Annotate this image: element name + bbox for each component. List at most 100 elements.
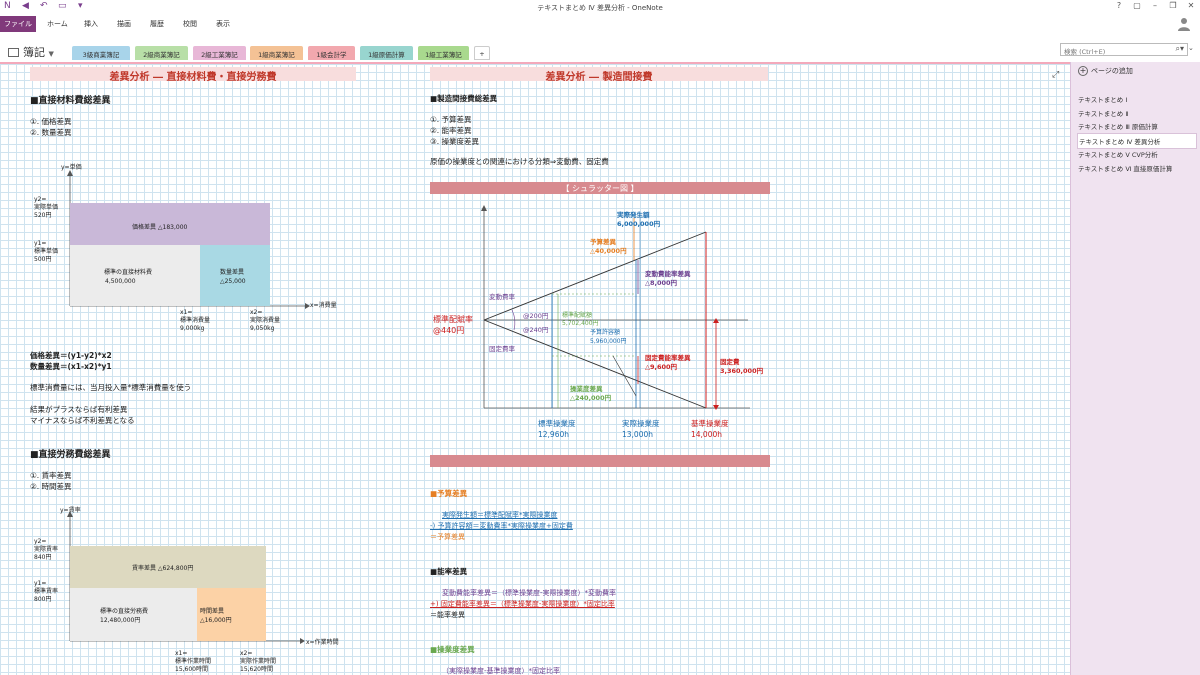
- page-item[interactable]: テキストまとめ Ⅵ 直接原価計算: [1077, 161, 1197, 175]
- budget-formula-1: 実際発生額＝標準配賦率*実際操業度: [442, 511, 558, 519]
- budget-allow-label: 予算許容額 5,960,000円: [590, 329, 627, 345]
- divider-bar: [430, 455, 770, 467]
- chevron-down-icon[interactable]: ⌄: [1188, 44, 1194, 52]
- tab-insert[interactable]: 挿入: [84, 18, 98, 30]
- shuratter-bar: 【 シュラッター図 】: [430, 182, 770, 194]
- budget-var-label: 予算差異 △40,000円: [590, 238, 627, 255]
- classification-note: 原価の操業度との関連における分類⇒変動費、固定費: [430, 157, 609, 166]
- volume-title: ■操業度差異: [430, 645, 475, 654]
- onenote-window: N ◀ ↶ ▭ ▾ テキストまとめ Ⅳ 差異分析 - OneNote ? ▢ –…: [0, 0, 1200, 675]
- fixed-rate-label: 固定費率: [489, 345, 515, 353]
- y-axis-label: y=賃率: [60, 507, 81, 514]
- overhead-item: ①. 予算差異: [430, 115, 472, 124]
- section-tab[interactable]: 1級会計学: [308, 46, 355, 60]
- page-canvas[interactable]: 差異分析 ― 直接材料費・直接労務費 ■直接材料費総差異 ①. 価格差異 ②. …: [0, 62, 1070, 675]
- vol-pointer: [612, 355, 637, 397]
- material-item: ②. 数量差異: [30, 128, 72, 137]
- help-button[interactable]: ?: [1112, 1, 1126, 10]
- x-axis-label: x=作業時間: [306, 639, 339, 646]
- ribbon-display-button[interactable]: ▢: [1130, 1, 1144, 10]
- material-title: ■直接材料費総差異: [30, 96, 111, 106]
- v200-label: @200円: [523, 312, 549, 320]
- tab-home[interactable]: ホーム: [47, 18, 68, 30]
- overhead-item: ②. 能率差異: [430, 126, 472, 135]
- restore-button[interactable]: ❐: [1166, 1, 1180, 10]
- std-op-label: 標準操業度 12,960h: [538, 419, 576, 439]
- var-eff-label: 変動費能率差異 △8,000円: [645, 270, 691, 287]
- x2-label: x2= 実際作業時間 15,620時間: [240, 650, 277, 673]
- time-variance-label: 時間差異 △16,000円: [200, 608, 232, 624]
- user-icon[interactable]: [1178, 17, 1190, 31]
- add-section-button[interactable]: +: [474, 46, 490, 60]
- x-axis-label: x=消費量: [310, 302, 337, 309]
- section-tab[interactable]: 1級工業簿記: [418, 46, 469, 60]
- y1-label: y1= 標準賃率 800円: [34, 580, 59, 603]
- rate-variance-label: 賃率差異 △624,800円: [132, 565, 194, 572]
- tab-history[interactable]: 履歴: [150, 18, 164, 30]
- budget-formula-3: ＝予算差異: [430, 533, 465, 541]
- page-item[interactable]: テキストまとめ Ⅴ CVP分析: [1077, 147, 1197, 161]
- vol-var-label: 操業度差異 △240,000円: [570, 385, 612, 402]
- v240-label: @240円: [523, 326, 549, 334]
- y2-label: y2= 実際賃率 840円: [34, 538, 59, 561]
- y1-label: y1= 標準単価 500円: [34, 240, 59, 263]
- search-placeholder: 検索 (Ctrl+E): [1064, 48, 1106, 56]
- y-axis-label: y=単価: [61, 164, 82, 171]
- base-op-label: 基準操業度 14,000h: [691, 419, 729, 439]
- std-alloc-label: 標準配賦額 5,702,400円: [562, 312, 599, 327]
- expand-icon[interactable]: ⤢: [1052, 70, 1059, 80]
- standard-labor-label: 標準の直接労務費 12,480,000円: [100, 608, 149, 624]
- title-bar: N ◀ ↶ ▭ ▾ テキストまとめ Ⅳ 差異分析 - OneNote ? ▢ –…: [0, 0, 1200, 16]
- search-input[interactable]: 検索 (Ctrl+E) ⌕▾: [1060, 43, 1188, 56]
- x-axis-arrow: [300, 638, 305, 644]
- section-tab[interactable]: 3級商業簿記: [72, 46, 130, 60]
- note-standard: 標準消費量には、当月投入量*標準消費量を使う: [30, 383, 192, 392]
- add-page-button[interactable]: + ページの追加: [1078, 66, 1133, 76]
- ribbon-tabs: ファイル ホーム 挿入 描画 履歴 校閲 表示: [0, 16, 1200, 32]
- tab-view[interactable]: 表示: [216, 18, 230, 30]
- y2-label: y2= 実際単価 520円: [34, 196, 59, 219]
- notebook-icon: [8, 48, 19, 57]
- tab-review[interactable]: 校閲: [183, 18, 197, 30]
- labor-title: ■直接労務費総差異: [30, 450, 111, 460]
- act-op-label: 実際操業度 13,000h: [622, 419, 660, 439]
- minimize-button[interactable]: –: [1148, 1, 1162, 10]
- formula-quantity: 数量差異＝(x1-x2)*y1: [30, 362, 112, 371]
- section-tab[interactable]: 2級商業簿記: [135, 46, 188, 60]
- efficiency-formula-3: ＝能率差異: [430, 611, 465, 619]
- x1-label: x1= 標準消費量 9,000kg: [180, 309, 211, 332]
- section-tab[interactable]: 2級工業簿記: [193, 46, 246, 60]
- tab-draw[interactable]: 描画: [117, 18, 131, 30]
- page-item[interactable]: テキストまとめ Ⅱ: [1077, 106, 1197, 120]
- budget-formula-2: -) 予算許容額＝変動費率*実際操業度+固定費: [430, 522, 573, 530]
- var-rate-label: 変動費率: [489, 293, 515, 301]
- formula-price: 価格差異＝(y1-y2)*x2: [30, 351, 112, 360]
- close-button[interactable]: ✕: [1184, 1, 1198, 10]
- page-item[interactable]: テキストまとめ Ⅲ 原価計算: [1077, 119, 1197, 133]
- section-tab[interactable]: 1級商業簿記: [250, 46, 303, 60]
- material-item: ①. 価格差異: [30, 117, 72, 126]
- page-item[interactable]: テキストまとめ Ⅰ: [1077, 92, 1197, 106]
- efficiency-title: ■能率差異: [430, 567, 468, 576]
- budget-title: ■予算差異: [430, 489, 468, 498]
- notebook-selector[interactable]: 簿記 ▼: [8, 44, 54, 60]
- search-icon[interactable]: ⌕▾: [1176, 44, 1185, 54]
- shuratter-diagram: [481, 205, 750, 410]
- fix-eff-label: 固定費能率差異 △9,600円: [645, 354, 691, 371]
- volume-formula: （実際操業度-基準操業度）*固定比率: [442, 667, 561, 675]
- notebook-name: 簿記: [23, 46, 45, 59]
- std-rate-label: 標準配賦率 @440円: [433, 315, 473, 335]
- note-favorable: 結果がプラスならば有利差異: [30, 405, 128, 414]
- right-header: 差異分析 ― 製造間接費: [430, 67, 768, 83]
- section-tab[interactable]: 1級原価計算: [360, 46, 413, 60]
- tab-file[interactable]: ファイル: [0, 16, 36, 32]
- overhead-title: ■製造間接費総差異: [430, 94, 498, 103]
- fixed-cost-arrow: [713, 405, 719, 410]
- add-page-label: ページの追加: [1091, 67, 1133, 75]
- overhead-item: ③. 操業度差異: [430, 137, 479, 146]
- x1-label: x1= 標準作業時間 15,600時間: [175, 650, 212, 673]
- efficiency-formula-2: +) 固定費能率差異＝（標準操業度-実際操業度）*固定比率: [430, 600, 615, 608]
- x2-label: x2= 実際消費量 9,050kg: [250, 309, 281, 332]
- left-header: 差異分析 ― 直接材料費・直接労務費: [30, 67, 356, 83]
- quantity-variance-label: 数量差異 △25,000: [220, 269, 246, 285]
